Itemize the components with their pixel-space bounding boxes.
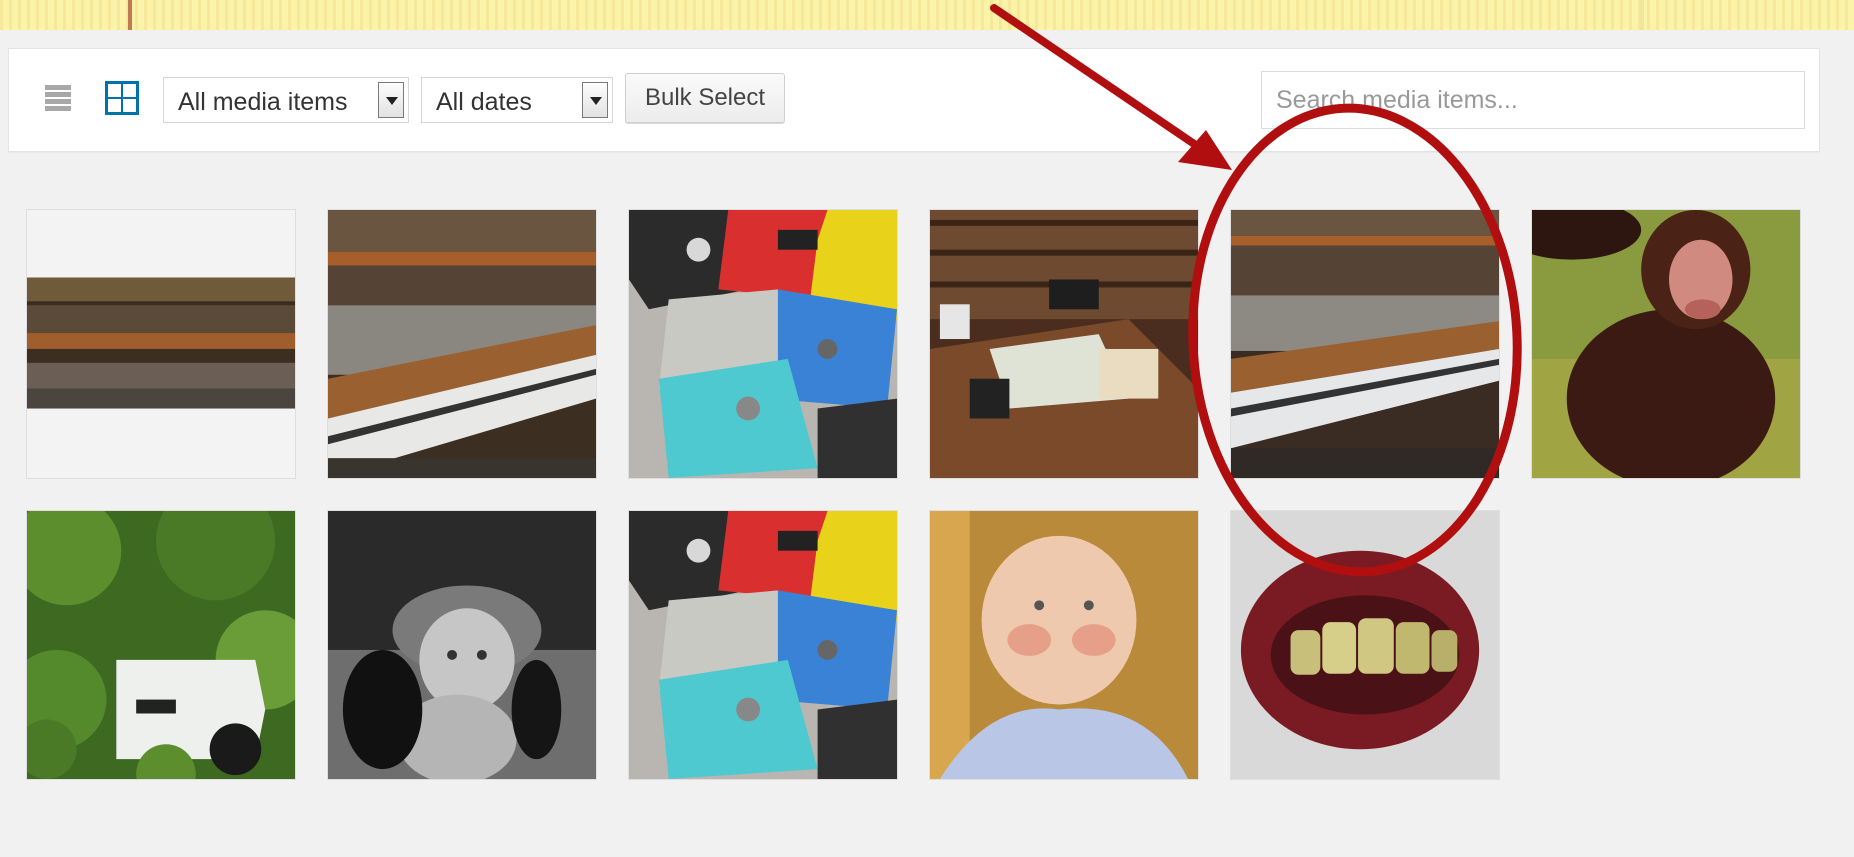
chevron-down-icon[interactable] [582, 82, 608, 118]
jeep-in-trees-thumbnail [27, 511, 295, 779]
media-item-piano[interactable] [327, 209, 597, 479]
notice-banner [0, 0, 1854, 30]
media-item-piano[interactable] [1230, 209, 1500, 479]
search-input[interactable]: Search media items... [1261, 71, 1805, 129]
media-item-jeep-in-trees[interactable] [26, 510, 296, 780]
media-item-floppy-disks[interactable] [628, 510, 898, 780]
false-teeth-thumbnail [1231, 511, 1499, 779]
baby-with-telephone-thumbnail [328, 511, 596, 779]
media-toolbar: All media items All dates Bulk Select Se… [8, 48, 1820, 152]
media-item-floppy-disks[interactable] [628, 209, 898, 479]
chimpanzee-thumbnail [1532, 210, 1800, 478]
media-type-filter-value: All media items [178, 88, 348, 116]
grid-view-icon[interactable] [105, 81, 139, 115]
notice-divider [128, 0, 132, 30]
office-desk-thumbnail [930, 210, 1198, 478]
baby-thumbnail [930, 511, 1198, 779]
list-view-icon[interactable] [43, 83, 73, 113]
media-item-false-teeth[interactable] [1230, 510, 1500, 780]
date-filter[interactable]: All dates [421, 77, 613, 123]
chevron-down-icon[interactable] [378, 82, 404, 118]
media-item-chimpanzee[interactable] [1531, 209, 1801, 479]
media-item-office-desk[interactable] [929, 209, 1199, 479]
floppy-disks-thumbnail [629, 511, 897, 779]
media-item-piano[interactable] [26, 209, 296, 479]
media-item-baby-with-telephone[interactable] [327, 510, 597, 780]
bulk-select-button[interactable]: Bulk Select [625, 73, 785, 123]
piano-thumbnail [328, 210, 596, 478]
notice-divider [1640, 0, 1644, 30]
media-item-baby[interactable] [929, 510, 1199, 780]
date-filter-value: All dates [436, 88, 532, 116]
piano-thumbnail [1231, 210, 1499, 478]
floppy-disks-thumbnail [629, 210, 897, 478]
media-type-filter[interactable]: All media items [163, 77, 409, 123]
piano-thumbnail [27, 210, 295, 478]
